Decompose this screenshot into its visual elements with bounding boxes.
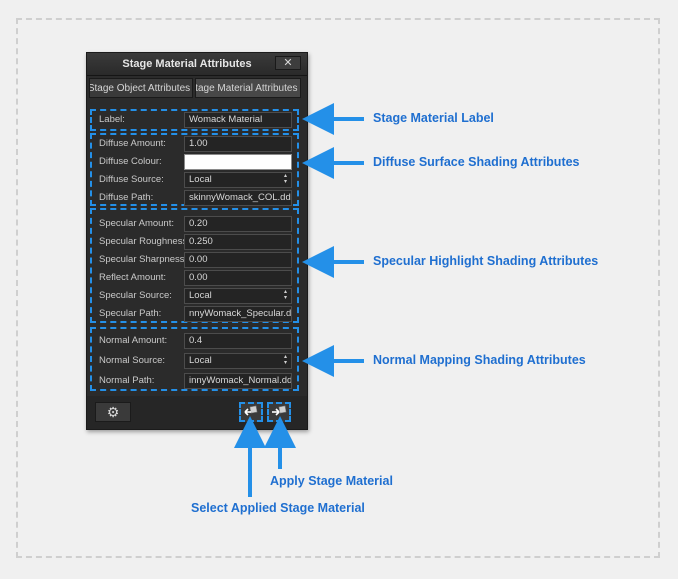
callout-select: Select Applied Stage Material bbox=[191, 501, 365, 515]
callout-apply: Apply Stage Material bbox=[270, 474, 393, 488]
callout-stage-material-label: Stage Material Label bbox=[373, 111, 494, 125]
callout-diffuse: Diffuse Surface Shading Attributes bbox=[373, 155, 580, 169]
callout-arrows bbox=[234, 103, 364, 497]
callout-specular: Specular Highlight Shading Attributes bbox=[373, 254, 599, 268]
callout-normal: Normal Mapping Shading Attributes bbox=[373, 353, 586, 367]
